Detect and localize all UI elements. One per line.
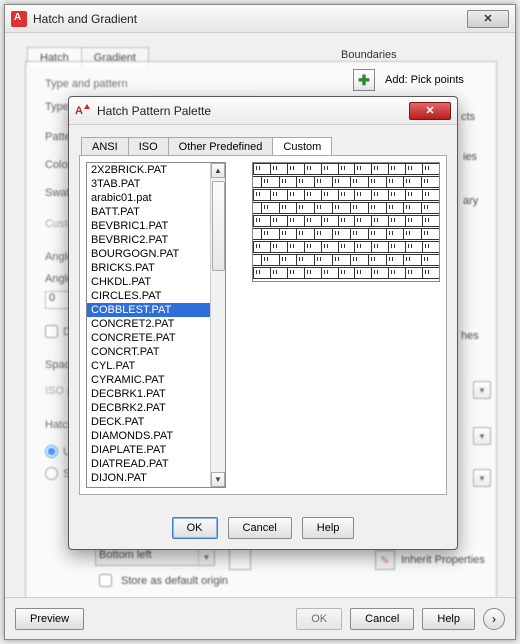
partial-text-4: hes <box>461 330 479 342</box>
modal-title: Hatch Pattern Palette <box>97 104 409 118</box>
list-item[interactable]: CIRCLES.PAT <box>87 289 210 303</box>
tab-other-predefined[interactable]: Other Predefined <box>168 137 274 156</box>
pattern-list-inner: 2X2BRICK.PAT3TAB.PATarabic01.patBATT.PAT… <box>87 163 210 487</box>
list-item[interactable]: CONCRETE.PAT <box>87 331 210 345</box>
double-checkbox-box[interactable] <box>45 325 58 338</box>
main-close-button[interactable]: ✕ <box>467 10 509 28</box>
main-button-bar: Preview OK Cancel Help › <box>5 597 515 639</box>
store-default-label: Store as default origin <box>121 575 228 587</box>
app-logo-icon <box>11 11 27 27</box>
modal-close-button[interactable]: ✕ <box>409 102 451 120</box>
list-item[interactable]: DECK.PAT <box>87 415 210 429</box>
specified-radio-dot[interactable] <box>45 467 58 480</box>
modal-tabs: ANSI ISO Other Predefined Custom <box>81 137 331 156</box>
main-titlebar[interactable]: Hatch and Gradient ✕ <box>5 5 515 33</box>
listbox-scrollbar[interactable]: ▲ ▼ <box>210 163 225 487</box>
preview-button[interactable]: Preview <box>15 608 84 630</box>
origin-combo[interactable]: Bottom left ▼ <box>95 548 215 566</box>
list-item[interactable]: BRICKS.PAT <box>87 261 210 275</box>
list-item[interactable]: 3TAB.PAT <box>87 177 210 191</box>
type-pattern-header: Type and pattern <box>45 78 128 90</box>
scroll-thumb[interactable] <box>212 181 225 271</box>
modal-help-button[interactable]: Help <box>302 517 355 539</box>
store-default-checkbox[interactable] <box>99 574 112 587</box>
inherit-label: Inherit Properties <box>401 554 485 566</box>
list-item[interactable]: DIAPLATE.PAT <box>87 443 210 457</box>
list-item[interactable]: CHKDL.PAT <box>87 275 210 289</box>
modal-panel: 2X2BRICK.PAT3TAB.PATarabic01.patBATT.PAT… <box>79 155 447 495</box>
tab-custom[interactable]: Custom <box>272 137 332 156</box>
list-item[interactable]: CYRAMIC.PAT <box>87 373 210 387</box>
list-item[interactable]: BEVBRIC1.PAT <box>87 219 210 233</box>
chevron-down-icon: ▼ <box>198 549 214 565</box>
list-item[interactable]: CYL.PAT <box>87 359 210 373</box>
main-ok-button[interactable]: OK <box>296 608 342 630</box>
store-default-row[interactable]: Store as default origin <box>95 571 228 590</box>
origin-combo-text: Bottom left <box>99 549 152 561</box>
main-title: Hatch and Gradient <box>33 12 467 26</box>
pattern-listbox[interactable]: 2X2BRICK.PAT3TAB.PATarabic01.patBATT.PAT… <box>86 162 226 488</box>
inherit-row: ✎ Inherit Properties <box>375 550 485 570</box>
list-item[interactable]: BEVBRIC2.PAT <box>87 233 210 247</box>
origin-swatch <box>229 548 251 570</box>
expand-button[interactable]: › <box>483 608 505 630</box>
list-item[interactable]: DECBRK2.PAT <box>87 401 210 415</box>
pattern-preview <box>252 162 440 282</box>
tab-ansi[interactable]: ANSI <box>81 137 129 156</box>
modal-button-bar: OK Cancel Help <box>69 517 457 539</box>
list-item[interactable]: CONCRET2.PAT <box>87 317 210 331</box>
modal-ok-button[interactable]: OK <box>172 517 218 539</box>
dropdown-icon-1[interactable]: ▼ <box>473 381 491 399</box>
use-current-radio-dot[interactable] <box>45 445 58 458</box>
list-item[interactable]: BATT.PAT <box>87 205 210 219</box>
list-item[interactable]: DIJON.PAT <box>87 471 210 485</box>
add-pick-points-label: Add: Pick points <box>385 74 464 86</box>
list-item[interactable]: EXPAND.PAT <box>87 485 210 487</box>
scroll-up-button[interactable]: ▲ <box>211 163 225 178</box>
modal-titlebar[interactable]: A Hatch Pattern Palette ✕ <box>69 97 457 125</box>
brush-icon: ✎ <box>380 554 389 567</box>
list-item[interactable]: 2X2BRICK.PAT <box>87 163 210 177</box>
scroll-down-button[interactable]: ▼ <box>211 472 225 487</box>
partial-text-3: ary <box>463 195 478 207</box>
main-cancel-button[interactable]: Cancel <box>350 608 414 630</box>
partial-text-1: cts <box>461 111 475 123</box>
list-item[interactable]: CONCRT.PAT <box>87 345 210 359</box>
add-pick-points-row: ✚ Add: Pick points <box>353 69 464 91</box>
partial-text-2: ies <box>463 151 477 163</box>
main-help-button[interactable]: Help <box>422 608 475 630</box>
hatch-pattern-palette-dialog: A Hatch Pattern Palette ✕ ANSI ISO Other… <box>68 96 458 550</box>
list-item[interactable]: DECBRK1.PAT <box>87 387 210 401</box>
chevron-right-icon: › <box>492 612 496 626</box>
dropdown-icon-2[interactable]: ▼ <box>473 427 491 445</box>
dropdown-icon-3[interactable]: ▼ <box>473 469 491 487</box>
plus-icon: ✚ <box>358 72 370 89</box>
add-pick-points-button[interactable]: ✚ <box>353 69 375 91</box>
app-logo-icon: A <box>75 103 91 119</box>
list-item[interactable]: COBBLEST.PAT <box>87 303 210 317</box>
modal-cancel-button[interactable]: Cancel <box>228 517 292 539</box>
list-item[interactable]: BOURGOGN.PAT <box>87 247 210 261</box>
list-item[interactable]: DIAMONDS.PAT <box>87 429 210 443</box>
list-item[interactable]: DIATREAD.PAT <box>87 457 210 471</box>
boundaries-header: Boundaries <box>341 49 397 61</box>
inherit-button[interactable]: ✎ <box>375 550 395 570</box>
tab-iso[interactable]: ISO <box>128 137 169 156</box>
list-item[interactable]: arabic01.pat <box>87 191 210 205</box>
